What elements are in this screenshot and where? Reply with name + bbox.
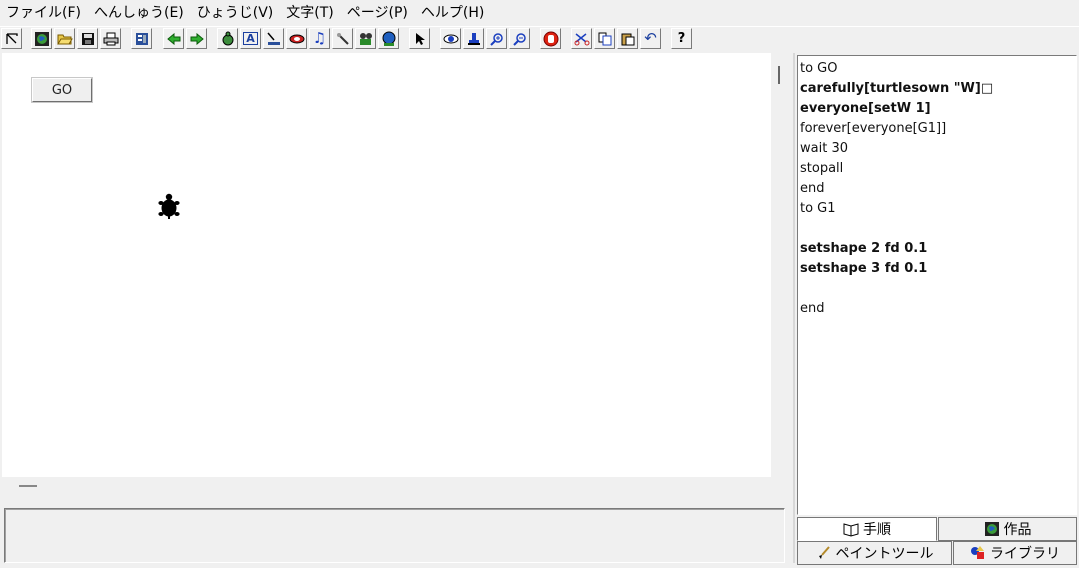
code-line: everyone[setW 1] [800,101,931,116]
code-line: wait 30 [800,141,848,156]
magic-wand-button[interactable] [332,28,353,49]
new-button-icon [289,34,304,43]
stop-all-button[interactable] [540,28,561,49]
tab-projects[interactable]: 作品 [938,517,1077,541]
select-arrow-icon [415,32,425,45]
tab-library[interactable]: ライブラリ [953,541,1077,565]
code-line: stopall [800,161,844,176]
canvas-horizontal-scrollbar[interactable] [19,485,37,487]
shapes-library-icon [971,546,984,559]
new-button-button[interactable] [286,28,307,49]
help-icon: ? [677,31,686,46]
video-camera-button[interactable] [355,28,376,49]
zoom-in-icon [489,32,503,46]
code-line: setshape 3 fd 0.1 [800,261,928,276]
book-icon [843,523,859,537]
go-button[interactable]: GO [32,78,92,102]
stamp-button[interactable] [463,28,484,49]
undo-button[interactable]: ↶ [640,28,661,49]
menu-bar: ファイル(F) へんしゅう(E) ひょうじ(V) 文字(T) ページ(P) ヘル… [0,0,1079,24]
previous-page-button[interactable] [163,28,184,49]
new-text-icon: A [243,32,258,45]
page-sorter-icon [135,32,148,45]
web-icon [382,31,395,46]
pane-splitter[interactable] [793,53,795,563]
print-icon [103,32,118,45]
save-button[interactable] [77,28,98,49]
previous-page-icon [166,32,180,45]
paste-icon [621,33,634,45]
open-folder-icon [56,34,73,44]
procedures-editor[interactable]: to GO carefully[turtlesown "W]□ everyone… [797,55,1077,515]
new-slider-icon [266,32,280,45]
panel-tabs: 手順 作品 ペイントツール ライブラリ [797,517,1077,565]
save-disk-icon [81,32,94,45]
canvas-vertical-scrollbar[interactable] [778,66,780,84]
eye-icon [443,34,458,43]
tab-procedures-label: 手順 [863,522,891,538]
next-page-icon [190,32,204,45]
help-button[interactable]: ? [671,28,692,49]
open-button[interactable] [54,28,75,49]
tab-paint-tools-label: ペイントツール [835,546,934,562]
undo-icon: ↶ [644,29,657,47]
stamp-icon [467,32,480,45]
toolbar: A ♫ ↶ ? [0,26,1079,52]
new-slider-button[interactable] [263,28,284,49]
copy-icon [598,32,611,45]
melody-button[interactable]: ♫ [309,28,330,49]
globe-icon [34,31,49,46]
menu-view[interactable]: ひょうじ(V) [191,0,281,24]
code-line: forever[everyone[G1]] [800,121,947,136]
cut-scissors-icon [574,32,589,45]
page-sorter-button[interactable] [131,28,152,49]
page-canvas[interactable]: GO [2,53,771,477]
video-camera-icon [359,32,372,45]
code-line: to GO [800,61,838,76]
globe-icon [984,522,999,536]
tab-projects-label: 作品 [1003,522,1032,538]
globe-button[interactable] [31,28,52,49]
code-line: end [800,181,825,196]
new-turtle-icon [222,31,233,45]
turtle-icon[interactable] [158,193,180,219]
command-center[interactable] [4,508,785,563]
cut-button[interactable] [571,28,592,49]
eye-button[interactable] [440,28,461,49]
tab-procedures[interactable]: 手順 [797,517,937,541]
stop-hand-icon [543,31,558,46]
paintbrush-icon [818,546,830,559]
code-line: to G1 [800,201,836,216]
zoom-out-icon [512,32,526,46]
new-turtle-button[interactable] [217,28,238,49]
pointer-arrow-icon [5,32,18,44]
next-page-button[interactable] [186,28,207,49]
code-line: end [800,301,825,316]
tab-paint-tools[interactable]: ペイントツール [797,541,952,565]
code-line: setshape 2 fd 0.1 [800,241,928,256]
copy-button[interactable] [594,28,615,49]
menu-text[interactable]: 文字(T) [280,0,340,24]
magic-wand-icon [336,32,349,45]
select-arrow-button[interactable] [409,28,430,49]
code-line: carefully[turtlesown "W]□ [800,81,994,96]
paste-button[interactable] [617,28,638,49]
melody-icon: ♫ [312,29,327,47]
menu-help[interactable]: ヘルプ(H) [415,0,491,24]
zoom-out-button[interactable] [509,28,530,49]
web-button[interactable] [378,28,399,49]
pointer-arrow-button[interactable] [1,28,22,49]
menu-edit[interactable]: へんしゅう(E) [88,0,191,24]
print-button[interactable] [100,28,121,49]
menu-page[interactable]: ページ(P) [341,0,415,24]
menu-file[interactable]: ファイル(F) [0,0,88,24]
new-text-button[interactable]: A [240,28,261,49]
tab-library-label: ライブラリ [990,546,1060,562]
zoom-in-button[interactable] [486,28,507,49]
